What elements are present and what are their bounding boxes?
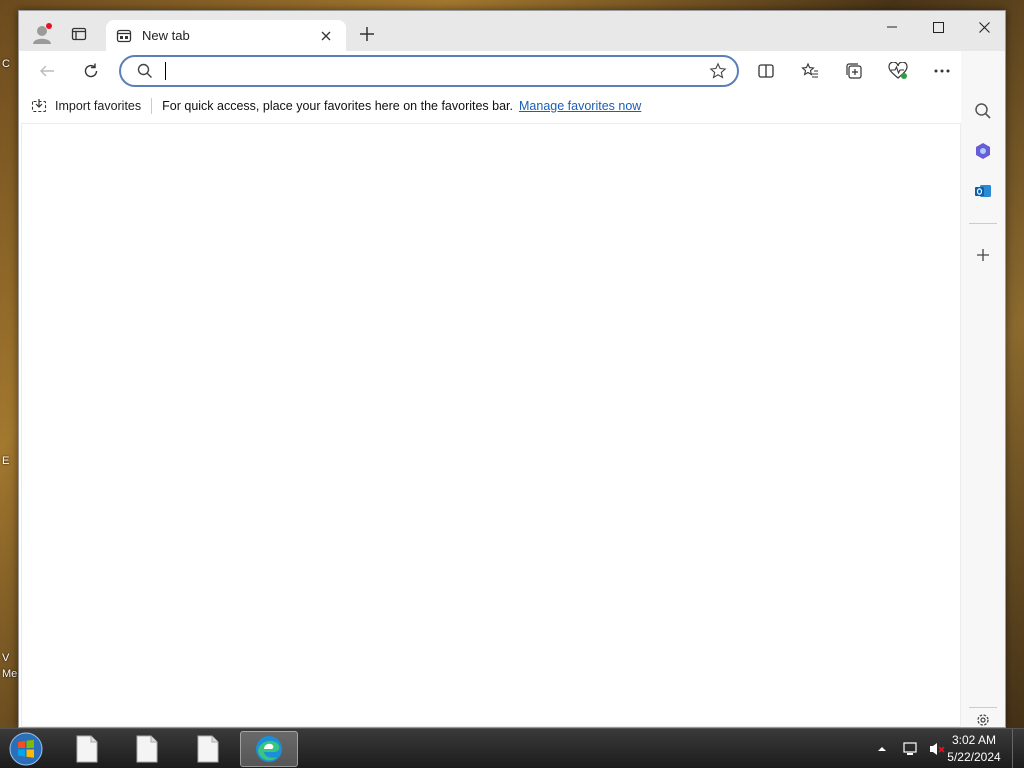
- sidebar-separator: [969, 223, 997, 224]
- profile-icon: [33, 23, 52, 44]
- favorites-bar-message: For quick access, place your favorites h…: [162, 99, 514, 113]
- text-caret: [165, 62, 166, 80]
- network-icon[interactable]: [902, 741, 918, 757]
- sidebar-add-button[interactable]: [967, 239, 999, 271]
- windows-logo-icon: [9, 732, 43, 766]
- taskbar: 3:02 AM 5/22/2024: [0, 728, 1024, 768]
- new-tab-page-icon: [116, 29, 132, 42]
- heartbeat-icon: [888, 62, 908, 79]
- page-content[interactable]: [21, 123, 961, 727]
- import-favorites-button[interactable]: Import favorites: [31, 98, 141, 114]
- favorites-bar: Import favorites For quick access, place…: [19, 91, 1005, 121]
- sidebar-outlook-button[interactable]: [967, 175, 999, 207]
- edge-sidebar: [961, 51, 1005, 727]
- tab-actions-icon: [71, 27, 87, 41]
- favorites-icon: [801, 62, 818, 78]
- clock-time: 3:02 AM: [951, 733, 997, 747]
- tab-close-button[interactable]: [316, 26, 336, 46]
- tab-actions-button[interactable]: [64, 19, 94, 49]
- add-icon: [977, 249, 989, 261]
- sidebar-search-button[interactable]: [967, 95, 999, 127]
- address-bar[interactable]: [119, 55, 739, 87]
- desktop-icon-label[interactable]: Me: [2, 668, 17, 680]
- desktop-icon-label[interactable]: C: [2, 58, 10, 70]
- collections-icon: [846, 63, 862, 79]
- edge-icon: [256, 736, 282, 762]
- more-button[interactable]: [926, 55, 958, 87]
- taskbar-item-file[interactable]: [58, 731, 116, 767]
- tab-new-tab[interactable]: New tab: [106, 20, 346, 51]
- address-input[interactable]: [176, 63, 709, 79]
- taskbar-item-edge[interactable]: [240, 731, 298, 767]
- minimize-button[interactable]: [869, 11, 915, 43]
- taskbar-item-file[interactable]: [179, 731, 237, 767]
- profile-button[interactable]: [27, 19, 57, 49]
- minimize-icon: [887, 26, 897, 28]
- manage-favorites-link[interactable]: Manage favorites now: [519, 99, 641, 113]
- close-icon: [978, 21, 990, 33]
- copilot-app-icon: [976, 143, 990, 159]
- browser-window: New tab Import favorites For quick acces…: [18, 10, 1006, 728]
- import-icon: [31, 99, 47, 113]
- desktop-icon-label[interactable]: E: [2, 455, 9, 467]
- maximize-button[interactable]: [915, 11, 961, 43]
- tab-title: New tab: [142, 28, 190, 43]
- show-desktop-button[interactable]: [1012, 729, 1024, 768]
- search-icon: [975, 103, 991, 119]
- collections-button[interactable]: [838, 55, 870, 87]
- search-icon: [137, 63, 152, 78]
- maximize-icon: [932, 21, 944, 33]
- desktop-icon-label[interactable]: V: [2, 652, 9, 664]
- outlook-icon: [975, 185, 991, 197]
- back-arrow-icon: [40, 65, 54, 77]
- start-button[interactable]: [6, 731, 46, 767]
- sidebar-settings-button[interactable]: [967, 713, 999, 727]
- close-window-button[interactable]: [961, 11, 1007, 43]
- favorites-button[interactable]: [794, 55, 826, 87]
- performance-button[interactable]: [882, 55, 914, 87]
- star-icon[interactable]: [709, 62, 727, 80]
- split-screen-button[interactable]: [750, 55, 782, 87]
- more-icon: [934, 69, 950, 73]
- show-hidden-icons-icon[interactable]: [876, 744, 888, 754]
- file-icon: [76, 735, 98, 763]
- refresh-icon: [84, 63, 98, 78]
- refresh-button[interactable]: [75, 55, 107, 87]
- sidebar-separator: [969, 707, 997, 708]
- navigation-toolbar: [19, 51, 1005, 91]
- import-favorites-label: Import favorites: [55, 99, 142, 113]
- clock-date: 5/22/2024: [947, 750, 1001, 764]
- split-screen-icon: [758, 64, 774, 78]
- taskbar-item-file[interactable]: [118, 731, 176, 767]
- file-icon: [136, 735, 158, 763]
- sidebar-copilot-app-button[interactable]: [967, 135, 999, 167]
- file-icon: [197, 735, 219, 763]
- back-button[interactable]: [31, 55, 63, 87]
- favorites-separator: [151, 98, 153, 114]
- new-tab-button[interactable]: [352, 19, 382, 49]
- title-bar: New tab: [19, 11, 1005, 51]
- plus-icon: [360, 27, 374, 41]
- taskbar-clock[interactable]: 3:02 AM 5/22/2024: [944, 732, 1004, 766]
- system-tray: [876, 729, 946, 768]
- close-icon: [321, 31, 331, 40]
- settings-icon: [977, 714, 989, 726]
